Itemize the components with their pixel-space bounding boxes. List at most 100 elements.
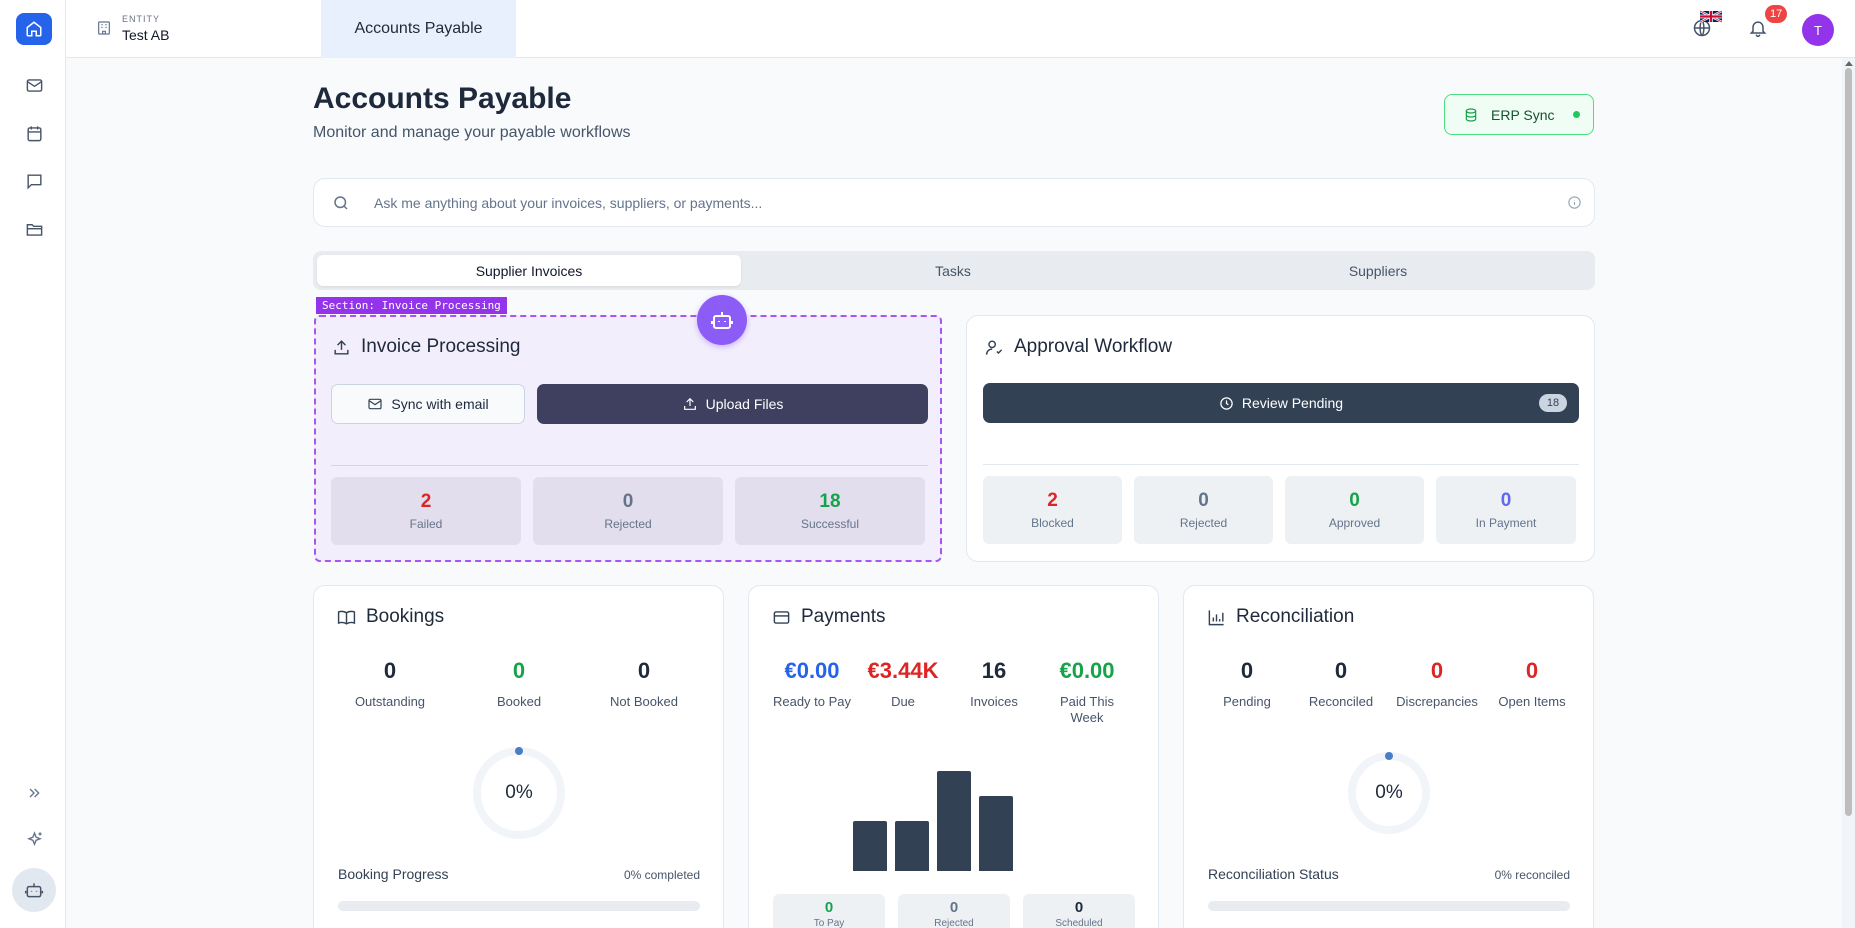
- bookings-header: Bookings: [337, 606, 444, 628]
- payments-title: Payments: [801, 606, 886, 627]
- robot-icon: [711, 312, 733, 329]
- reconciliation-card: Reconciliation 0 Pending 0 Reconciled 0 Dis…: [1183, 585, 1594, 928]
- payments-header: Payments: [772, 606, 885, 628]
- stat-rejected: 0 Rejected: [533, 477, 723, 545]
- metric-value: €0.00: [784, 658, 840, 683]
- metric-value: 0: [1430, 658, 1444, 683]
- search-input[interactable]: [374, 191, 1504, 215]
- mini-value: 0: [949, 899, 959, 916]
- scrollbar-thumb[interactable]: [1845, 68, 1852, 816]
- stat-label: Rejected: [1179, 516, 1228, 530]
- mail-sync-icon: [368, 398, 382, 410]
- bell-icon[interactable]: [1748, 18, 1768, 38]
- mini-label: To Pay: [813, 918, 845, 928]
- metric-value: 0: [1240, 658, 1254, 683]
- stat-in-payment: 0 In Payment: [1436, 476, 1576, 544]
- review-pending-label: Review Pending: [1241, 395, 1344, 411]
- metric-label: Due: [891, 694, 915, 709]
- stat-label: Approved: [1328, 516, 1381, 530]
- stat-rejected: 0 Rejected: [1134, 476, 1273, 544]
- sparkle-icon[interactable]: [21, 826, 47, 852]
- stat-value: 0: [1349, 490, 1360, 511]
- robot-assistant-button[interactable]: [697, 295, 747, 345]
- uk-flag-icon: [1700, 10, 1722, 23]
- stat-approved: 0 Approved: [1285, 476, 1424, 544]
- message-icon[interactable]: [21, 168, 47, 194]
- erp-sync-label: ERP Sync: [1491, 106, 1555, 123]
- reconciliation-ring-value: 0%: [1375, 782, 1403, 803]
- page-subtitle: Monitor and manage your payable workflow…: [313, 124, 631, 141]
- metric-value: 16: [981, 658, 1007, 683]
- divider: [331, 465, 928, 466]
- notification-badge: 17: [1765, 5, 1788, 23]
- metric-value: 0: [637, 658, 651, 683]
- booking-ring-value: 0%: [505, 782, 533, 803]
- payments-bar: [853, 821, 887, 871]
- tab-suppliers[interactable]: Suppliers: [1165, 255, 1591, 286]
- book-icon: [337, 610, 356, 625]
- reconciliation-progress-bar: [1208, 901, 1570, 911]
- payments-bar: [979, 796, 1013, 871]
- calendar-icon[interactable]: [21, 120, 47, 146]
- approval-workflow-title: Approval Workflow: [1014, 336, 1173, 357]
- scroll-up-arrow[interactable]: [1845, 61, 1853, 66]
- metric-open-items: 0 Open Items: [1487, 658, 1577, 710]
- metric-label: Outstanding: [354, 694, 426, 709]
- stat-successful: 18 Successful: [735, 477, 925, 545]
- reconciliation-title: Reconciliation: [1236, 606, 1355, 627]
- top-bar: ENTITY Test AB Accounts Payable: [66, 0, 1855, 58]
- erp-sync-button[interactable]: ERP Sync: [1444, 94, 1594, 135]
- tab-tasks[interactable]: Tasks: [741, 255, 1165, 286]
- expand-icon[interactable]: [21, 780, 47, 806]
- mini-scheduled: 0 Scheduled: [1023, 894, 1135, 928]
- stat-value: 2: [1047, 490, 1058, 511]
- reconciliation-progress-label: Reconciliation Status: [1208, 866, 1339, 882]
- mini-label: Scheduled: [1055, 918, 1103, 928]
- ai-search-box: [313, 178, 1595, 227]
- assistant-bot-button[interactable]: [12, 868, 56, 912]
- metric-discrepancies: 0 Discrepancies: [1387, 658, 1487, 710]
- metric-label: Paid This Week: [1060, 694, 1114, 725]
- review-pending-count: 18: [1539, 394, 1567, 412]
- review-pending-button[interactable]: Review Pending 18: [983, 383, 1579, 423]
- booking-progress-ring: 0%: [472, 746, 566, 840]
- scrollbar[interactable]: [1842, 58, 1855, 928]
- home-icon[interactable]: [16, 13, 52, 45]
- metric-label: Ready to Pay: [772, 694, 852, 709]
- approval-workflow-card: Approval Workflow Review Pending 18 2 Bl…: [966, 315, 1595, 562]
- upload-files-button[interactable]: Upload Files: [537, 384, 928, 424]
- tab-accounts-payable[interactable]: Accounts Payable: [321, 0, 516, 58]
- booking-progress-bar: [338, 901, 700, 911]
- erp-status-dot: [1572, 111, 1580, 118]
- stat-value: 18: [819, 491, 841, 512]
- stat-label: Blocked: [1031, 516, 1074, 530]
- card-icon: [773, 610, 790, 624]
- metric-reconciled: 0 Reconciled: [1296, 658, 1386, 710]
- invoice-processing-header: Invoice Processing: [332, 336, 520, 358]
- info-icon[interactable]: [1567, 195, 1582, 210]
- metric-booked: 0 Booked: [459, 658, 579, 710]
- stat-value: 0: [1198, 490, 1209, 511]
- booking-progress-label: Booking Progress: [338, 866, 449, 882]
- avatar[interactable]: T: [1802, 14, 1834, 46]
- stat-blocked: 2 Blocked: [983, 476, 1122, 544]
- page-title: Accounts Payable: [313, 82, 572, 115]
- metric-outstanding: 0 Outstanding: [330, 658, 450, 710]
- search-icon: [334, 196, 348, 210]
- mini-to-pay: 0 To Pay: [773, 894, 885, 928]
- section-tabs: Supplier Invoices Tasks Suppliers: [313, 251, 1595, 290]
- mail-icon[interactable]: [21, 72, 47, 98]
- metric-pending: 0 Pending: [1202, 658, 1292, 710]
- upload-icon: [334, 339, 349, 355]
- metric-label: Reconciled: [1308, 694, 1374, 709]
- folder-icon[interactable]: [21, 216, 47, 242]
- payments-bar-chart: [749, 586, 1160, 928]
- metric-value: €3.44K: [867, 658, 939, 683]
- sync-with-email-button[interactable]: Sync with email: [331, 384, 525, 424]
- mini-value: 0: [1074, 899, 1084, 916]
- bookings-card: Bookings 0 Outstanding 0 Booked 0 Not Booke…: [313, 585, 724, 928]
- left-rail: [0, 0, 66, 928]
- bar-chart-icon: [1208, 609, 1224, 625]
- tab-supplier-invoices[interactable]: Supplier Invoices: [317, 255, 741, 286]
- metric-label: Open Items: [1498, 694, 1566, 709]
